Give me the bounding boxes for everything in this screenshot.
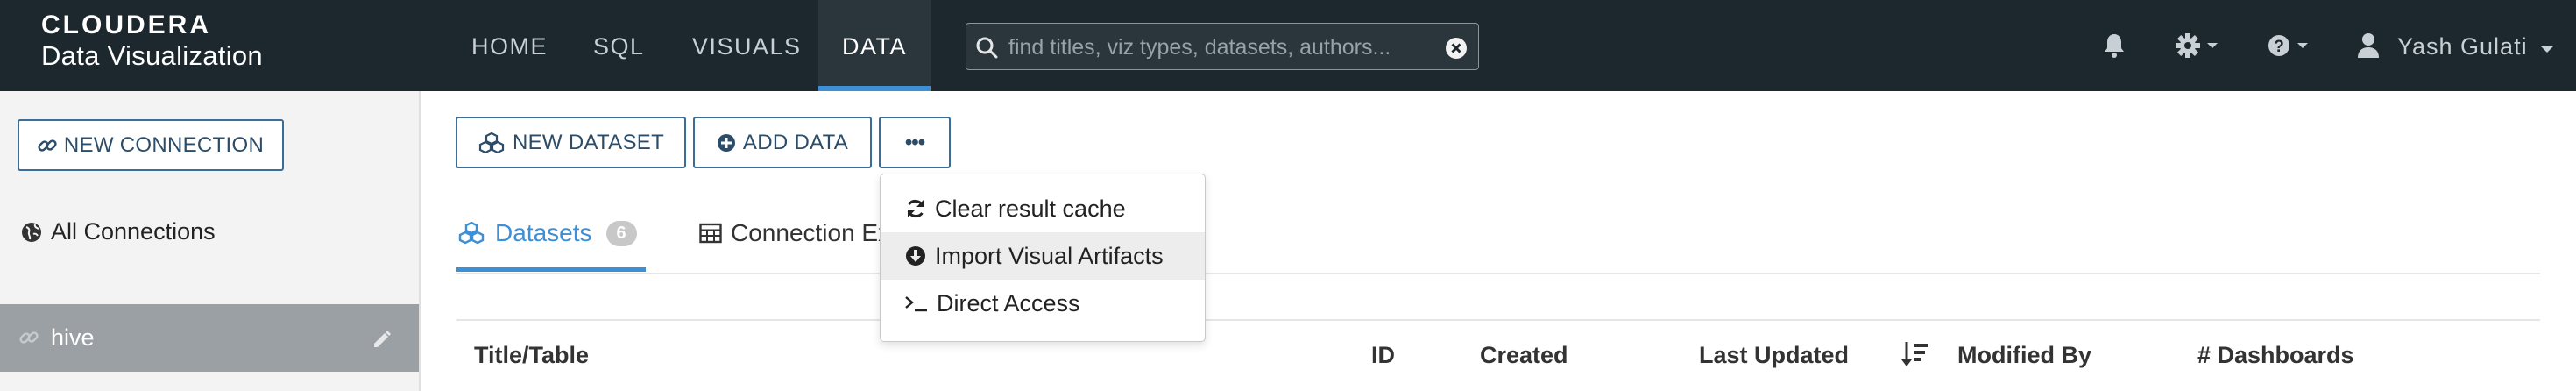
notifications-bell-icon[interactable] [2101,32,2127,64]
search-input[interactable] [1007,24,1431,71]
global-search [966,23,1479,71]
menu-item-direct-access[interactable]: Direct Access [881,280,1205,327]
refresh-icon [907,200,924,217]
connections-sidebar: NEW CONNECTION All Connections hive [0,91,421,391]
column-header-id[interactable]: ID [1371,342,1395,369]
cubes-icon [478,132,505,153]
edit-pencil-icon[interactable] [371,328,393,355]
ellipsis-icon: ••• [904,130,925,154]
column-header-title[interactable]: Title/Table [474,342,589,369]
cubes-icon [458,222,485,245]
tabs-divider [456,273,2540,274]
add-data-label: ADD DATA [742,130,849,154]
dataset-count-badge: 6 [605,220,637,246]
globe-icon [22,222,41,242]
new-dataset-label: NEW DATASET [512,130,665,154]
user-name-label: Yash Gulati [2397,33,2528,60]
nav-data[interactable]: DATA [818,0,931,91]
menu-item-clear-cache[interactable]: Clear result cache [881,185,1205,232]
new-dataset-button[interactable]: NEW DATASET [456,117,686,168]
more-actions-menu: Clear result cache Import Visual Artifac… [880,174,1206,342]
clear-search-icon[interactable] [1445,37,1468,64]
all-connections-link[interactable]: All Connections [21,218,216,245]
settings-gear-icon[interactable] [2176,32,2221,64]
connection-label: hive [51,324,95,351]
link-icon [19,328,39,352]
new-connection-label: NEW CONNECTION [63,132,265,157]
new-connection-button[interactable]: NEW CONNECTION [18,119,284,171]
nav-visuals[interactable]: VISUALS [692,0,802,91]
nav-sql[interactable]: SQL [593,0,645,91]
more-actions-button[interactable]: ••• [879,117,951,168]
all-connections-label: All Connections [51,218,216,245]
column-header-modified-by[interactable]: Modified By [1957,342,2091,369]
tab-datasets[interactable]: Datasets 6 [456,219,637,247]
menu-item-import-visual-artifacts[interactable]: Import Visual Artifacts [881,232,1205,280]
nav-home[interactable]: HOME [471,0,548,91]
column-header-last-updated[interactable]: Last Updated [1699,342,1849,369]
column-header-created[interactable]: Created [1480,342,1568,369]
user-avatar-icon[interactable] [2357,32,2380,64]
svg-text:?: ? [2274,38,2284,56]
nav-active-indicator [818,86,931,91]
top-navbar: CLOUDERA Data Visualization HOME SQL VIS… [0,0,2576,91]
terminal-icon [905,296,927,312]
menu-item-label: Direct Access [937,290,1080,316]
nav-data-label: DATA [841,33,907,60]
search-icon [975,36,998,63]
connection-item-hive[interactable]: hive [0,304,419,372]
column-header-dashboards[interactable]: # Dashboards [2197,342,2354,369]
product-name: Data Visualization [41,40,263,71]
chevron-down-icon [2541,46,2554,53]
table-header-divider [456,319,2540,321]
user-menu[interactable]: Yash Gulati [2397,0,2554,93]
active-tab-indicator [456,267,646,272]
help-icon[interactable]: ? [2268,32,2313,64]
brand-name: CLOUDERA [41,11,211,39]
download-circle-icon [906,246,925,266]
add-data-button[interactable]: ADD DATA [693,117,872,168]
tab-connection-explorer-label: Connection Ex [731,219,891,246]
menu-item-label: Import Visual Artifacts [935,243,1164,269]
sort-descending-icon[interactable] [1901,340,1929,374]
app-logo[interactable]: CLOUDERA Data Visualization [41,11,263,72]
tab-connection-explorer[interactable]: Connection Ex [699,219,890,247]
tab-datasets-label: Datasets [495,219,592,246]
plus-circle-icon [717,133,735,152]
menu-item-label: Clear result cache [935,196,1126,222]
link-icon [38,139,57,152]
table-icon [699,223,722,244]
